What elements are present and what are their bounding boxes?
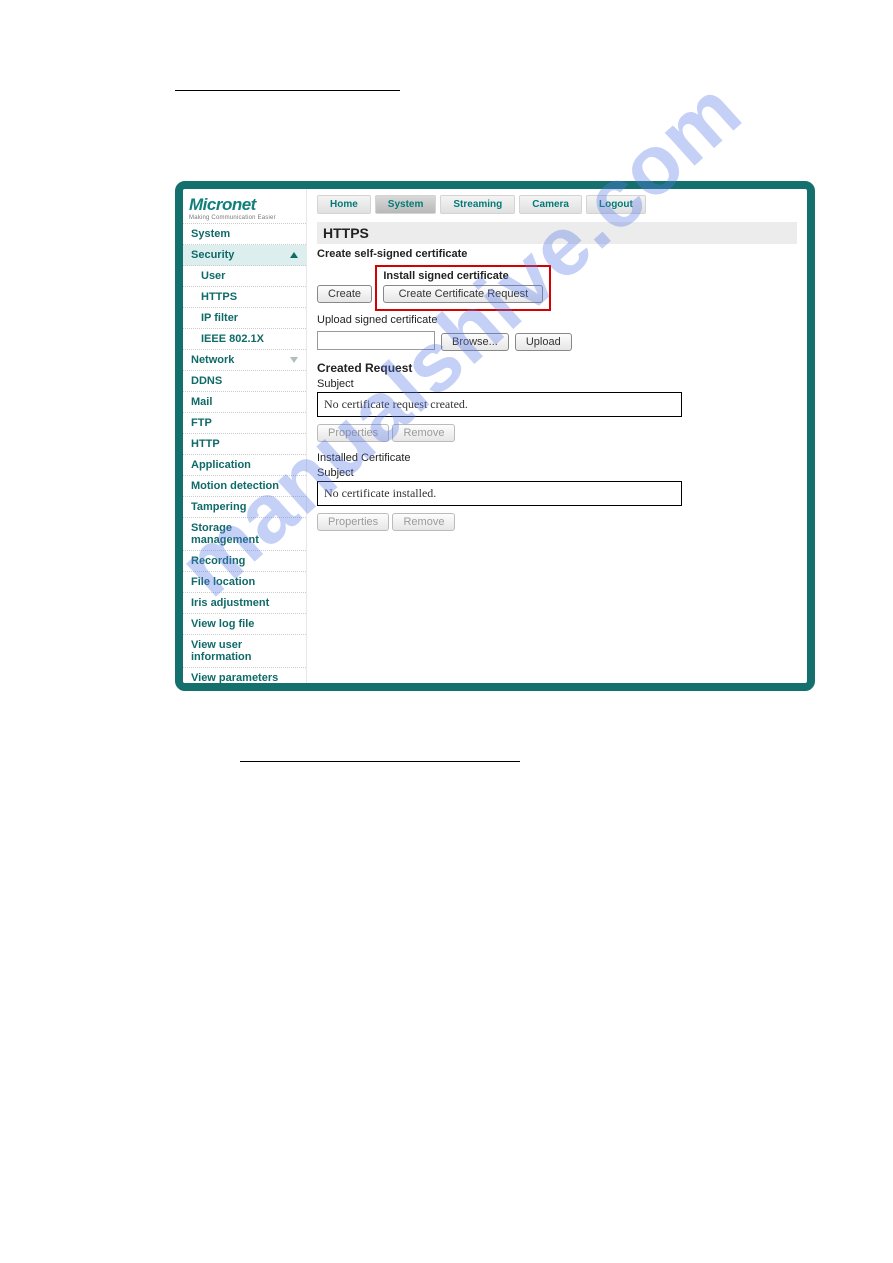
sidebar-item-label: User (201, 270, 225, 282)
self-signed-heading: Create self-signed certificate (317, 248, 797, 260)
sidebar-item-http[interactable]: HTTP (183, 434, 306, 455)
sidebar-item-label: Mail (191, 396, 212, 408)
sidebar-item-ddns[interactable]: DDNS (183, 371, 306, 392)
tab-camera[interactable]: Camera (519, 195, 582, 214)
sidebar-item-storage-management[interactable]: Storage management (183, 518, 306, 551)
install-highlight-box: Install signed certificate Create Certif… (375, 265, 551, 311)
sidebar-item-application[interactable]: Application (183, 455, 306, 476)
sidebar-item-label: Motion detection (191, 480, 279, 492)
logo-name: Micronet (189, 195, 300, 215)
sidebar-item-label: DDNS (191, 375, 222, 387)
install-heading: Install signed certificate (383, 270, 543, 282)
sidebar-item-label: View user information (191, 639, 298, 663)
browse-button[interactable]: Browse... (441, 333, 509, 351)
tab-system[interactable]: System (375, 195, 437, 214)
created-request-subject-label: Subject (317, 378, 797, 390)
sidebar-item-system[interactable]: System (183, 224, 306, 245)
logo-tagline: Making Communication Easier (189, 215, 300, 221)
upload-path-input[interactable] (317, 331, 435, 350)
installed-cert-subject-value: No certificate installed. (317, 481, 682, 506)
divider-top (175, 90, 400, 91)
tab-label: Home (330, 199, 358, 210)
sidebar-item-file-location[interactable]: File location (183, 572, 306, 593)
sidebar-item-label: Iris adjustment (191, 597, 269, 609)
upload-heading: Upload signed certificate (317, 314, 797, 326)
sidebar-item-ieee-8021x[interactable]: IEEE 802.1X (183, 329, 306, 350)
sidebar-item-label: View parameters (191, 672, 278, 684)
tab-label: System (388, 199, 424, 210)
sidebar-item-https[interactable]: HTTPS (183, 287, 306, 308)
main-content: Home System Streaming Camera Logout HTTP… (307, 189, 807, 683)
topnav: Home System Streaming Camera Logout (317, 195, 797, 214)
admin-shell: Micronet Making Communication Easier Sys… (175, 181, 815, 691)
sidebar: Micronet Making Communication Easier Sys… (183, 189, 307, 683)
installed-cert-remove-button[interactable]: Remove (392, 513, 455, 531)
sidebar-item-label: File location (191, 576, 255, 588)
tab-logout[interactable]: Logout (586, 195, 646, 214)
create-button[interactable]: Create (317, 285, 372, 303)
created-request-heading: Created Request (317, 361, 797, 375)
sidebar-item-recording[interactable]: Recording (183, 551, 306, 572)
sidebar-item-tampering[interactable]: Tampering (183, 497, 306, 518)
chevron-up-icon (290, 252, 298, 258)
sidebar-item-label: View log file (191, 618, 254, 630)
sidebar-item-label: Storage management (191, 522, 298, 546)
chevron-down-icon (290, 357, 298, 363)
sidebar-item-network[interactable]: Network (183, 350, 306, 371)
sidebar-item-motion-detection[interactable]: Motion detection (183, 476, 306, 497)
sidebar-item-user[interactable]: User (183, 266, 306, 287)
sidebar-item-label: Recording (191, 555, 245, 567)
installed-cert-heading: Installed Certificate (317, 452, 797, 464)
tab-label: Streaming (453, 199, 502, 210)
divider-mid (240, 761, 520, 762)
installed-cert-properties-button[interactable]: Properties (317, 513, 389, 531)
sidebar-item-ftp[interactable]: FTP (183, 413, 306, 434)
sidebar-item-label: Tampering (191, 501, 246, 513)
sidebar-item-mail[interactable]: Mail (183, 392, 306, 413)
page-title: HTTPS (317, 222, 797, 244)
tab-label: Logout (599, 199, 633, 210)
sidebar-item-security[interactable]: Security (183, 245, 306, 266)
sidebar-item-label: Network (191, 354, 234, 366)
sidebar-item-label: Security (191, 249, 234, 261)
sidebar-item-label: IP filter (201, 312, 238, 324)
created-request-properties-button[interactable]: Properties (317, 424, 389, 442)
sidebar-item-view-parameters[interactable]: View parameters (183, 668, 306, 689)
sidebar-item-label: FTP (191, 417, 212, 429)
tab-streaming[interactable]: Streaming (440, 195, 515, 214)
sidebar-item-label: IEEE 802.1X (201, 333, 264, 345)
sidebar-item-ip-filter[interactable]: IP filter (183, 308, 306, 329)
created-request-subject-value: No certificate request created. (317, 392, 682, 417)
logo: Micronet Making Communication Easier (183, 189, 306, 224)
sidebar-item-iris-adjustment[interactable]: Iris adjustment (183, 593, 306, 614)
create-cert-request-button[interactable]: Create Certificate Request (383, 285, 543, 303)
sidebar-item-label: Application (191, 459, 251, 471)
sidebar-item-label: HTTP (191, 438, 220, 450)
tab-label: Camera (532, 199, 569, 210)
sidebar-item-view-log-file[interactable]: View log file (183, 614, 306, 635)
sidebar-item-label: System (191, 228, 230, 240)
upload-button[interactable]: Upload (515, 333, 572, 351)
created-request-remove-button[interactable]: Remove (392, 424, 455, 442)
tab-home[interactable]: Home (317, 195, 371, 214)
sidebar-item-view-user-information[interactable]: View user information (183, 635, 306, 668)
sidebar-item-label: HTTPS (201, 291, 237, 303)
installed-cert-subject-label: Subject (317, 467, 797, 479)
